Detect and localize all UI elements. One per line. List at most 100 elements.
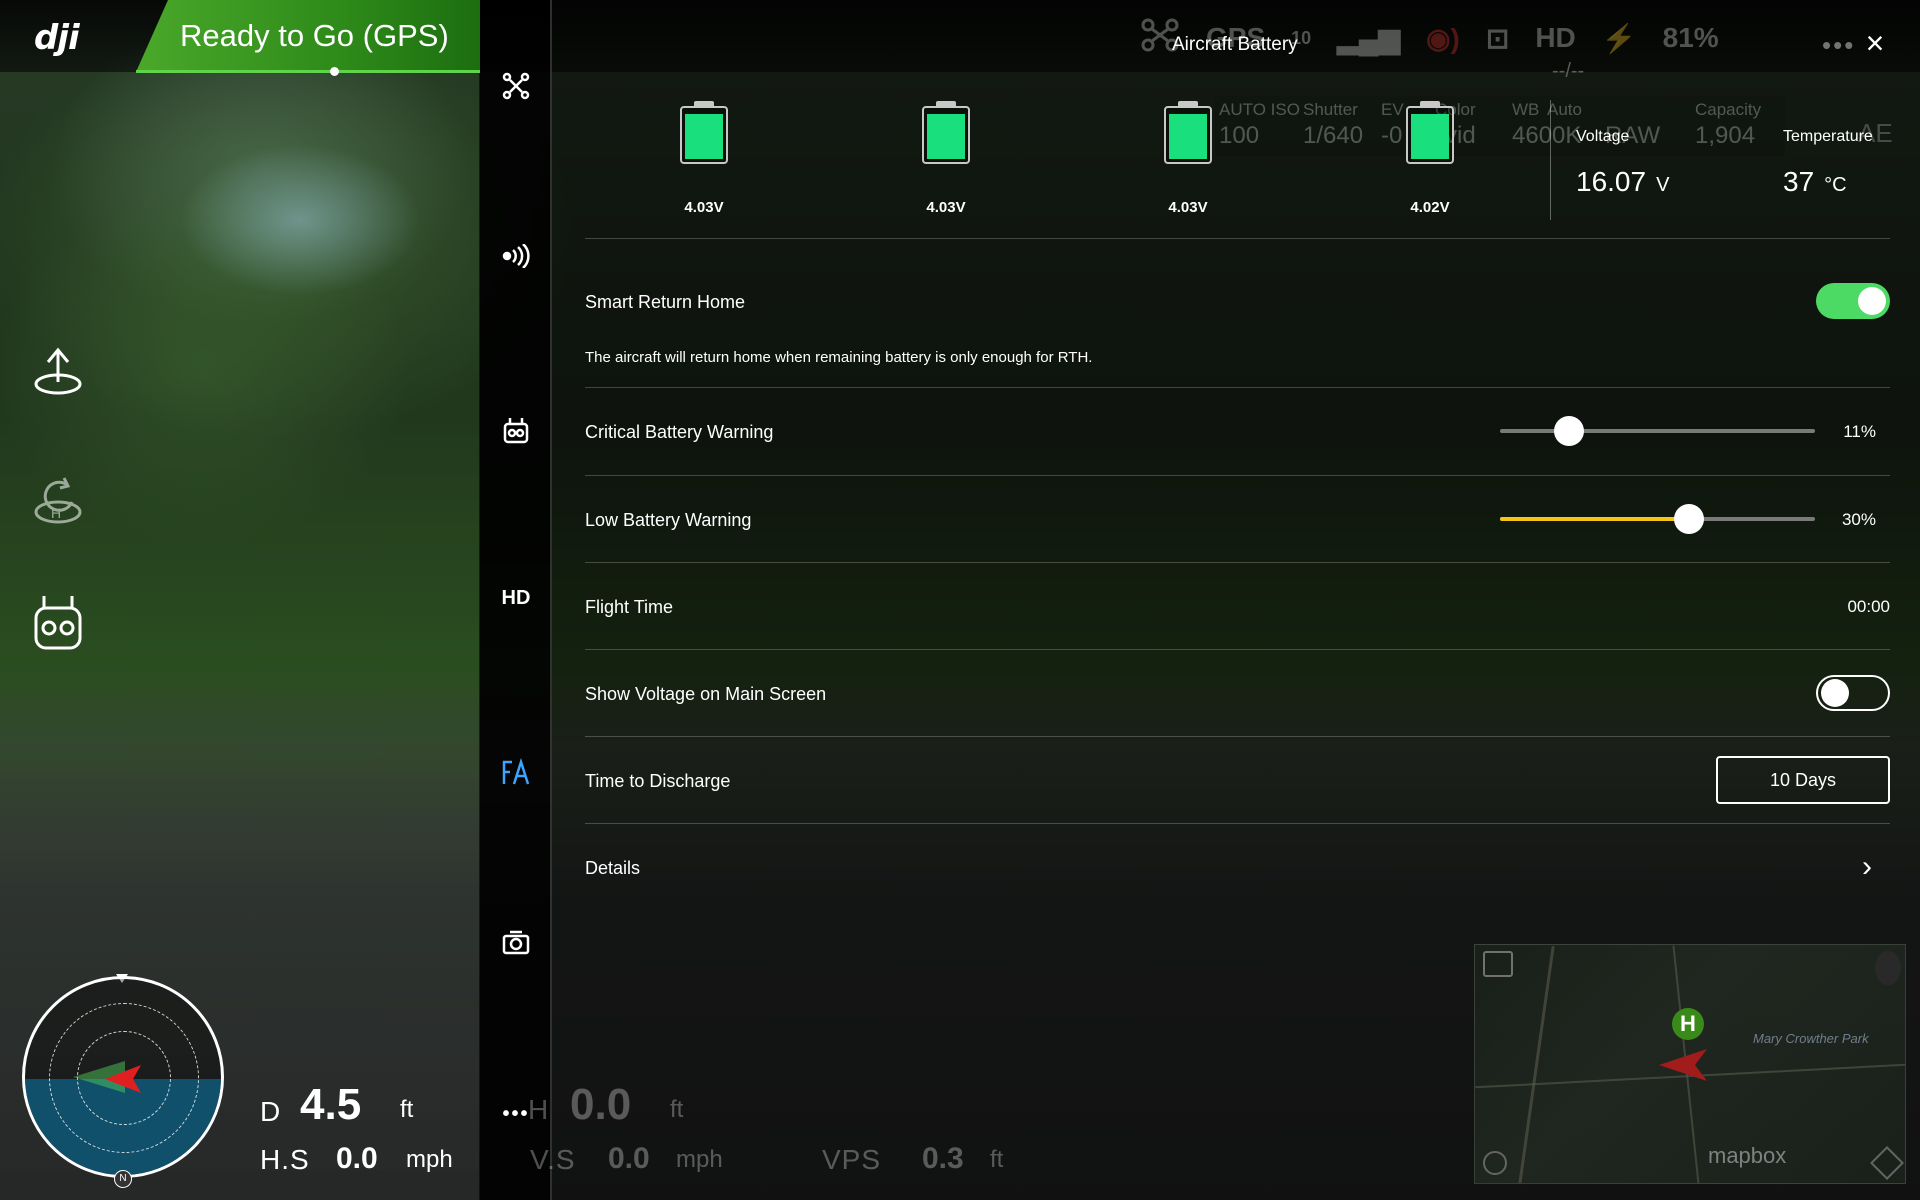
show-voltage-label: Show Voltage on Main Screen bbox=[585, 684, 827, 704]
cell-1-voltage: 4.03V bbox=[684, 199, 724, 216]
low-battery-slider-fill bbox=[1500, 517, 1689, 521]
distance-label: D bbox=[260, 1096, 282, 1127]
remote-controller-icon[interactable] bbox=[30, 592, 86, 650]
hd-settings-icon[interactable]: HD bbox=[496, 578, 536, 618]
hd-label: HD bbox=[1535, 22, 1576, 53]
vspeed-unit: mph bbox=[676, 1146, 723, 1173]
wb-label: WB bbox=[1512, 100, 1540, 119]
svg-text:H: H bbox=[51, 505, 61, 521]
cell-2-voltage: 4.03V bbox=[926, 199, 966, 216]
smart-rth-label: Smart Return Home bbox=[585, 292, 746, 312]
vspeed-label: V.S bbox=[530, 1144, 576, 1175]
critical-battery-slider[interactable] bbox=[1500, 429, 1815, 433]
map-toggle-icon[interactable] bbox=[1483, 951, 1513, 977]
compass-north-label: N bbox=[114, 1170, 132, 1188]
battery-info-divider bbox=[1550, 100, 1551, 220]
discharge-label: Time to Discharge bbox=[585, 771, 731, 791]
cell-3-fill bbox=[1169, 114, 1207, 159]
settings-nav: HD ••• bbox=[480, 0, 552, 1200]
signal-bars-icon: ▂▄▆ bbox=[1337, 22, 1401, 54]
voltage-readout: 16.07 V bbox=[1576, 166, 1669, 198]
height-label: H bbox=[528, 1094, 550, 1125]
hspeed-label: H.S bbox=[260, 1144, 310, 1175]
toggle-knob bbox=[1821, 679, 1849, 707]
voltage-label: Voltage bbox=[1576, 128, 1630, 145]
wb-value: 4600K bbox=[1512, 122, 1582, 149]
panel-title: Aircraft Battery bbox=[1172, 34, 1298, 55]
distance-unit: ft bbox=[400, 1096, 414, 1123]
divider bbox=[585, 562, 1890, 563]
flight-status-text: Ready to Go (GPS) bbox=[180, 18, 449, 53]
eraser-icon[interactable] bbox=[1870, 1146, 1904, 1180]
flight-time-label: Flight Time bbox=[585, 597, 674, 617]
remote-controller-icon: ⊡ bbox=[1485, 22, 1510, 54]
smart-rth-toggle[interactable] bbox=[1816, 283, 1890, 319]
temperature-readout: 37 °C bbox=[1783, 166, 1847, 198]
divider bbox=[585, 238, 1890, 239]
map-road bbox=[1518, 945, 1555, 1183]
hspeed-value: 0.0 bbox=[336, 1142, 378, 1175]
vps-unit: ft bbox=[990, 1146, 1004, 1173]
vspeed-value: 0.0 bbox=[608, 1142, 650, 1175]
more-dots-icon[interactable]: ••• bbox=[1822, 30, 1855, 61]
center-readout: --/-- bbox=[1552, 60, 1585, 82]
divider bbox=[585, 823, 1890, 824]
battery-cell-4-icon bbox=[1406, 101, 1454, 164]
vps-value: 0.3 bbox=[922, 1142, 964, 1175]
status-underline bbox=[136, 70, 480, 73]
aircraft-settings-icon[interactable] bbox=[496, 66, 536, 106]
battery-icon: ⚡ bbox=[1601, 22, 1637, 54]
capacity-label: Capacity bbox=[1695, 100, 1762, 119]
mini-map[interactable]: Mary Crowther Park bbox=[1474, 944, 1906, 1184]
dji-logo[interactable]: dji bbox=[34, 18, 124, 58]
cell-4-fill bbox=[1411, 114, 1449, 159]
zoom-out-icon[interactable] bbox=[1483, 1151, 1507, 1175]
camera-settings-icon[interactable] bbox=[496, 922, 536, 962]
show-voltage-toggle[interactable] bbox=[1816, 675, 1890, 711]
discharge-days-button[interactable]: 10 Days bbox=[1716, 756, 1890, 804]
cell-1-fill bbox=[685, 114, 723, 159]
divider bbox=[585, 387, 1890, 388]
close-button[interactable]: × bbox=[1860, 27, 1890, 59]
hspeed-unit: mph bbox=[406, 1146, 453, 1173]
voltage-value: 16.07 bbox=[1576, 166, 1647, 197]
shutter-label: Shutter bbox=[1303, 100, 1358, 119]
status-indicator-dot bbox=[330, 67, 339, 76]
return-home-icon[interactable]: H bbox=[30, 472, 86, 528]
temperature-label: Temperature bbox=[1783, 128, 1873, 145]
cell-2-fill bbox=[927, 114, 965, 159]
divider bbox=[585, 736, 1890, 737]
ev-value: -0 bbox=[1381, 122, 1403, 149]
home-point-icon: H bbox=[1672, 1008, 1704, 1040]
smart-rth-description: The aircraft will return home when remai… bbox=[585, 349, 1093, 366]
battery-settings-icon[interactable] bbox=[496, 752, 536, 792]
rc-signal-icon: ◉) bbox=[1426, 22, 1460, 54]
flight-time-value: 00:00 bbox=[1847, 597, 1890, 616]
camera-params-bar: AUTO ISO 100 Shutter 1/640 EV -0 Color v… bbox=[1215, 96, 1785, 156]
takeoff-icon[interactable] bbox=[30, 342, 86, 398]
cell-4-voltage: 4.02V bbox=[1410, 199, 1450, 216]
rc-settings-icon[interactable] bbox=[496, 410, 536, 450]
map-lock-icon[interactable] bbox=[1875, 951, 1901, 985]
chevron-right-icon[interactable]: › bbox=[1862, 852, 1886, 882]
distance-value: 4.5 bbox=[300, 1080, 362, 1129]
iso-value: 100 bbox=[1219, 122, 1260, 149]
aircraft-heading-icon bbox=[73, 1061, 141, 1093]
auto-iso-label: AUTO ISO bbox=[1219, 100, 1300, 119]
cell-3-voltage: 4.03V bbox=[1168, 199, 1208, 216]
map-aircraft-icon bbox=[1659, 1049, 1707, 1081]
low-battery-label: Low Battery Warning bbox=[585, 510, 752, 530]
battery-percent: 81% bbox=[1662, 22, 1719, 53]
critical-battery-value: 11% bbox=[1843, 422, 1876, 441]
temperature-unit: °C bbox=[1824, 174, 1847, 196]
battery-cell-3-icon bbox=[1164, 101, 1212, 164]
details-label[interactable]: Details bbox=[585, 858, 640, 879]
battery-cell-1-icon bbox=[680, 101, 728, 164]
map-park-label: Mary Crowther Park bbox=[1753, 1031, 1869, 1046]
vps-label: VPS bbox=[822, 1144, 882, 1175]
shutter-value: 1/640 bbox=[1303, 122, 1364, 149]
critical-battery-label: Critical Battery Warning bbox=[585, 422, 774, 442]
low-battery-slider-knob[interactable] bbox=[1674, 504, 1704, 534]
sensor-settings-icon[interactable] bbox=[496, 236, 536, 276]
voltage-unit: V bbox=[1656, 174, 1670, 196]
